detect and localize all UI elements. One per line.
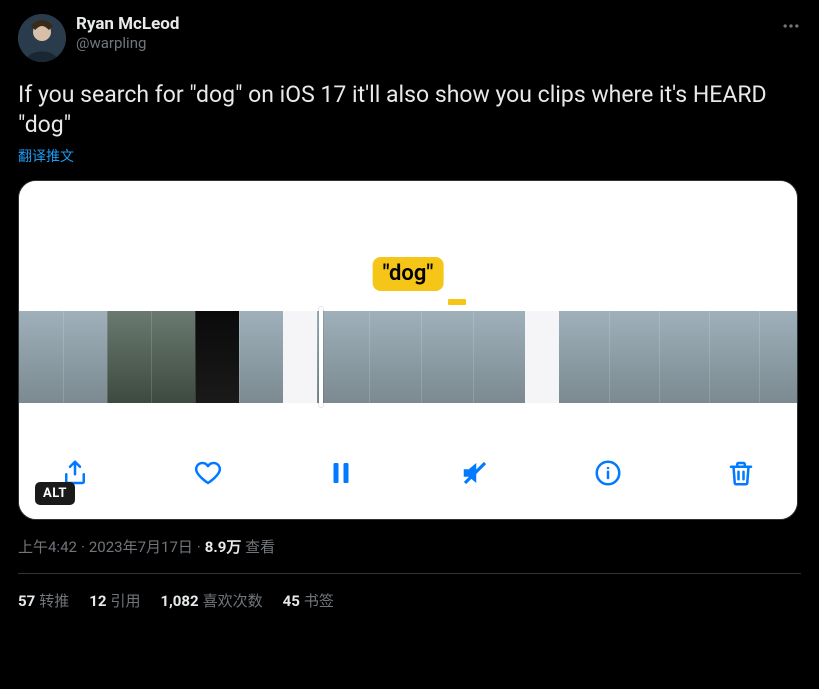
tweet-time[interactable]: 上午4:42: [18, 538, 77, 556]
playhead[interactable]: [319, 307, 323, 407]
filmstrip: [19, 311, 797, 403]
frame: [421, 311, 473, 403]
display-name[interactable]: Ryan McLeod: [76, 14, 781, 34]
tweet-meta: 上午4:42·2023年7月17日·8.9万 查看: [18, 536, 801, 557]
media-toolbar: [19, 427, 797, 519]
bookmarks-stat[interactable]: 45书签: [283, 590, 334, 611]
frame: [107, 311, 151, 403]
pause-icon: [326, 458, 356, 488]
avatar[interactable]: [18, 14, 66, 62]
clip-2: [317, 311, 525, 403]
retweets-stat[interactable]: 57转推: [18, 590, 69, 611]
retweets-label: 转推: [39, 592, 69, 610]
frame: [239, 311, 283, 403]
views-label: 查看: [245, 538, 275, 556]
heart-icon: [193, 458, 223, 488]
frame: [195, 311, 239, 403]
likes-label: 喜欢次数: [203, 592, 263, 610]
frame: [609, 311, 659, 403]
frame: [369, 311, 421, 403]
tweet-header: Ryan McLeod @warpling: [18, 14, 801, 62]
tweet-stats: 57转推 12引用 1,082 喜欢次数 45书签: [18, 574, 801, 611]
trash-icon: [726, 458, 756, 488]
info-button[interactable]: [586, 451, 630, 495]
likes-stat[interactable]: 1,082 喜欢次数: [160, 590, 262, 611]
mute-button[interactable]: [453, 451, 497, 495]
marker-tick: [448, 299, 466, 305]
frame: [759, 311, 798, 403]
frame: [559, 311, 609, 403]
pause-button[interactable]: [319, 451, 363, 495]
media-card[interactable]: "dog": [18, 180, 798, 520]
bookmarks-count: 45: [283, 592, 300, 610]
author-names: Ryan McLeod @warpling: [76, 14, 781, 52]
frame: [473, 311, 525, 403]
avatar-image: [18, 14, 66, 62]
info-icon: [593, 458, 623, 488]
handle[interactable]: @warpling: [76, 34, 781, 52]
views-count: 8.9万: [205, 538, 242, 556]
tweet-date[interactable]: 2023年7月17日: [89, 538, 193, 556]
trash-button[interactable]: [719, 451, 763, 495]
like-button[interactable]: [186, 451, 230, 495]
quotes-count: 12: [89, 592, 106, 610]
clip-3: [559, 311, 798, 403]
translate-link[interactable]: 翻译推文: [18, 146, 801, 166]
media-inner: "dog": [19, 181, 797, 519]
more-button[interactable]: [781, 14, 801, 40]
more-icon: [781, 16, 801, 36]
frame: [317, 311, 369, 403]
frame: [151, 311, 195, 403]
quotes-label: 引用: [110, 592, 140, 610]
alt-badge[interactable]: ALT: [35, 482, 75, 505]
tweet: Ryan McLeod @warpling If you search for …: [0, 0, 819, 611]
tweet-text: If you search for "dog" on iOS 17 it'll …: [18, 80, 801, 140]
retweets-count: 57: [18, 592, 35, 610]
bookmarks-label: 书签: [304, 592, 334, 610]
frame: [659, 311, 709, 403]
frame: [19, 311, 63, 403]
likes-count: 1,082: [160, 592, 198, 610]
clip-1: [19, 311, 283, 403]
search-term-bubble: "dog": [373, 257, 444, 291]
frame: [709, 311, 759, 403]
quotes-stat[interactable]: 12引用: [89, 590, 140, 611]
mute-icon: [460, 458, 490, 488]
frame: [63, 311, 107, 403]
